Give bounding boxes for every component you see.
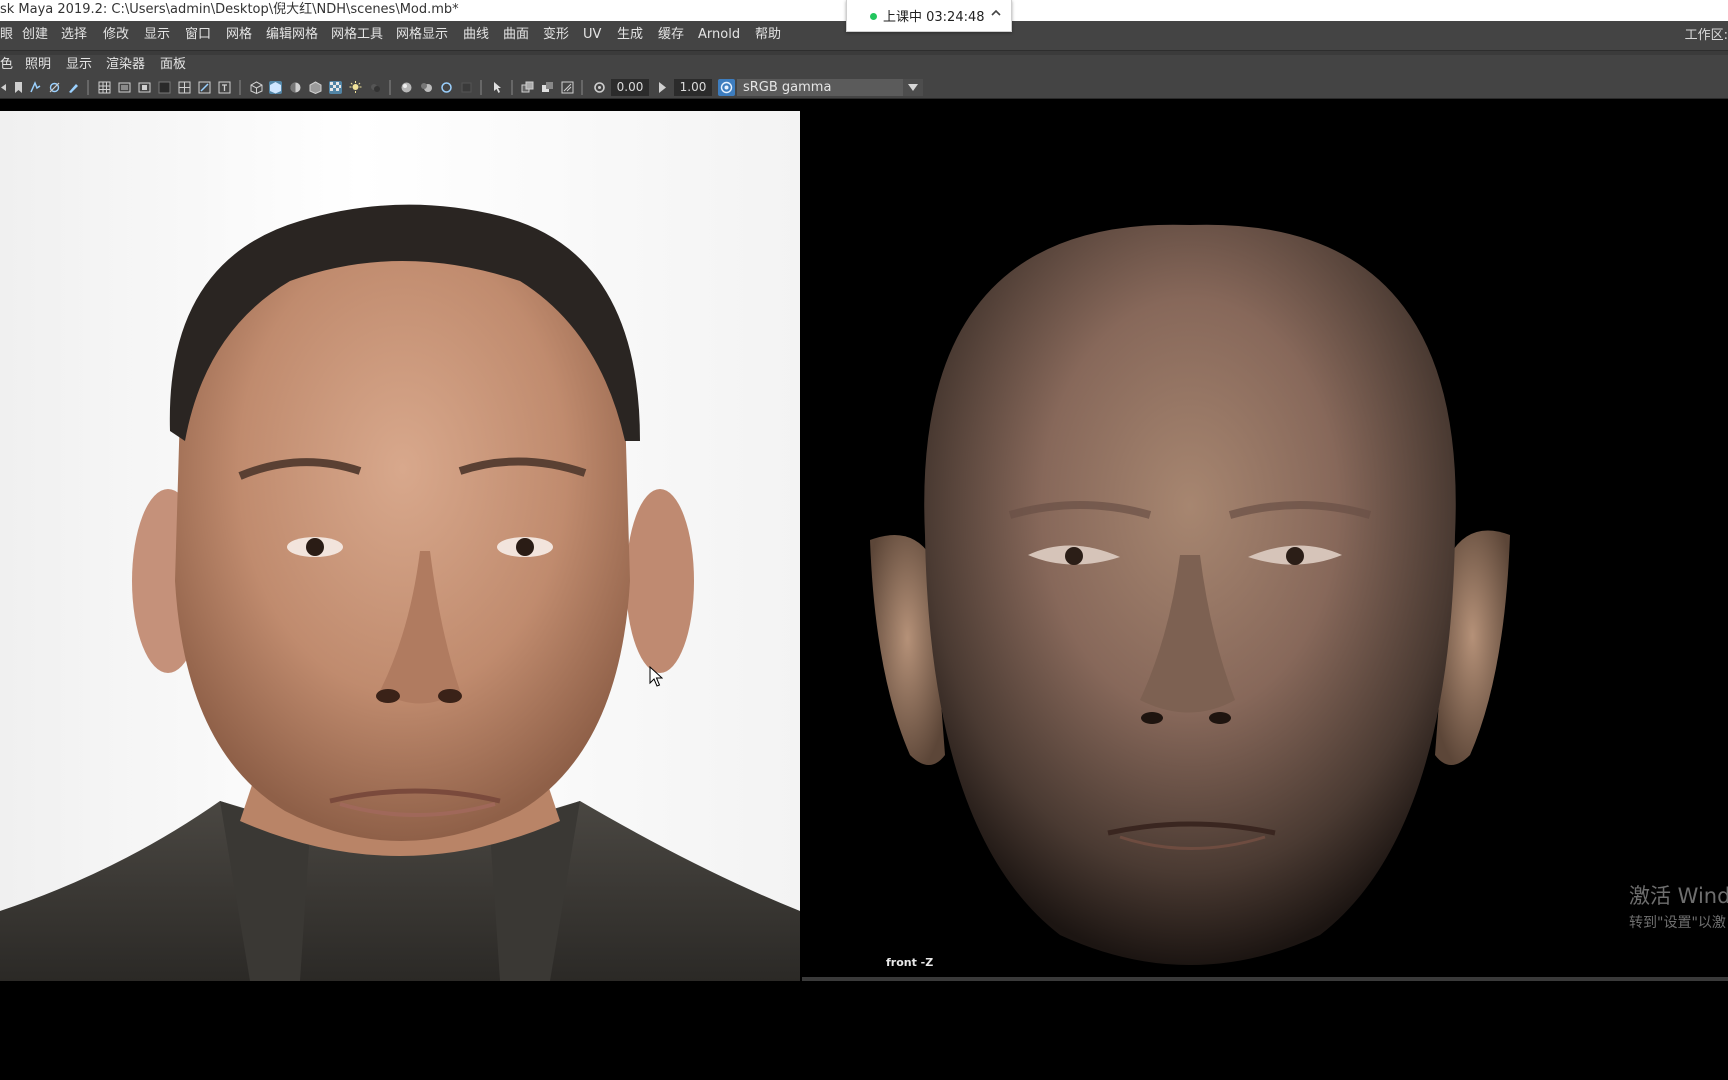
- gamma-reset-icon[interactable]: [656, 81, 669, 94]
- field-chart-icon[interactable]: [178, 81, 191, 94]
- panel-menu-show[interactable]: 显示: [66, 55, 92, 77]
- exposure-reset-icon[interactable]: [593, 81, 606, 94]
- toolbar-separator: [480, 80, 482, 95]
- depth-icon[interactable]: [561, 81, 574, 94]
- gamma-field[interactable]: 1.00: [674, 79, 712, 96]
- ambient-occlusion-icon[interactable]: [400, 81, 413, 94]
- lock-camera-icon[interactable]: [48, 81, 61, 94]
- head-model-mesh[interactable]: [850, 115, 1530, 981]
- shadows-icon[interactable]: [369, 81, 382, 94]
- timer-text: 上课中 03:24:48: [883, 10, 985, 25]
- window-title: sk Maya 2019.2: C:\Users\admin\Desktop\倪…: [0, 2, 459, 17]
- reference-image-plane: [0, 111, 800, 981]
- bookmark-icon[interactable]: [12, 81, 25, 94]
- menu-deform[interactable]: 变形: [543, 21, 569, 50]
- toolbar-separator: [581, 80, 583, 95]
- chevron-up-icon[interactable]: [990, 7, 1002, 23]
- menu-curves[interactable]: 曲线: [463, 21, 489, 50]
- menu-item[interactable]: 眼: [0, 21, 13, 50]
- viewport-toolbar: 0.00 1.00 sRGB gamma: [0, 77, 1728, 99]
- menu-cache[interactable]: 缓存: [658, 21, 684, 50]
- menu-create[interactable]: 创建: [22, 21, 48, 50]
- motion-blur-icon[interactable]: [420, 81, 433, 94]
- menu-display[interactable]: 显示: [144, 21, 170, 50]
- menu-surfaces[interactable]: 曲面: [503, 21, 529, 50]
- menu-select[interactable]: 选择: [61, 21, 87, 50]
- image-plane-icon[interactable]: [67, 81, 80, 94]
- menu-arnold[interactable]: Arnold: [698, 21, 740, 50]
- isolate-select-icon[interactable]: [460, 81, 473, 94]
- xray-joints-icon[interactable]: [491, 81, 504, 94]
- viewport-camera-label: front -Z: [886, 956, 934, 969]
- film-gate-icon[interactable]: [118, 81, 131, 94]
- toolbar-separator: [511, 80, 513, 95]
- smooth-shade-icon[interactable]: [269, 81, 282, 94]
- use-lights-icon[interactable]: [349, 81, 362, 94]
- wireframe-icon[interactable]: [250, 81, 263, 94]
- panel-menu-panels[interactable]: 面板: [160, 55, 186, 77]
- windows-activation-watermark: 激活 Wind 转到"设置"以激: [1629, 880, 1728, 932]
- watermark-line1: 激活 Wind: [1629, 884, 1728, 908]
- panel-menu-bar: 色 照明 显示 渲染器 面板: [0, 55, 1728, 77]
- exposure-field[interactable]: 0.00: [611, 79, 649, 96]
- grid-icon[interactable]: [98, 81, 111, 94]
- mouse-cursor-icon: [649, 666, 663, 687]
- menu-uv[interactable]: UV: [583, 21, 601, 50]
- menu-mesh-tools[interactable]: 网格工具: [331, 21, 383, 50]
- menu-windows[interactable]: 窗口: [185, 21, 211, 50]
- textured-icon[interactable]: [309, 81, 322, 94]
- menu-generate[interactable]: 生成: [617, 21, 643, 50]
- toolbar-separator: [389, 80, 391, 95]
- menu-modify[interactable]: 修改: [103, 21, 129, 50]
- default-material-icon[interactable]: [289, 81, 302, 94]
- color-management-icon[interactable]: [718, 79, 735, 96]
- live-status-icon: [870, 13, 877, 20]
- toolbar-separator: [239, 80, 241, 95]
- workspace-selector[interactable]: 工作区:: [1685, 21, 1728, 50]
- xray-icon[interactable]: [329, 81, 342, 94]
- anti-aliasing-icon[interactable]: [440, 81, 453, 94]
- panel-menu-shading[interactable]: 色: [0, 55, 13, 77]
- panel-menu-lighting[interactable]: 照明: [25, 55, 51, 77]
- panel-menu-renderer[interactable]: 渲染器: [106, 55, 145, 77]
- backface-icon[interactable]: [541, 81, 554, 94]
- menu-edit-mesh[interactable]: 编辑网格: [266, 21, 318, 50]
- toolbar-separator: [87, 80, 89, 95]
- safe-action-icon[interactable]: [198, 81, 211, 94]
- class-timer-widget[interactable]: 上课中 03:24:48: [846, 0, 1012, 32]
- viewport-bottom-border: [802, 977, 1728, 981]
- safe-title-icon[interactable]: [218, 81, 231, 94]
- select-camera-icon[interactable]: [29, 81, 42, 94]
- head-model-render: [870, 224, 1510, 965]
- color-space-dropdown[interactable]: sRGB gamma: [737, 79, 923, 96]
- color-space-value: sRGB gamma: [743, 80, 832, 95]
- watermark-line2: 转到"设置"以激: [1629, 915, 1726, 931]
- menu-mesh-display[interactable]: 网格显示: [396, 21, 448, 50]
- menu-mesh[interactable]: 网格: [226, 21, 252, 50]
- resolution-gate-icon[interactable]: [138, 81, 151, 94]
- menu-help[interactable]: 帮助: [755, 21, 781, 50]
- chevron-down-icon[interactable]: [903, 79, 923, 96]
- xray-active-icon[interactable]: [521, 81, 534, 94]
- reference-photo: [0, 204, 800, 981]
- gate-mask-icon[interactable]: [158, 81, 171, 94]
